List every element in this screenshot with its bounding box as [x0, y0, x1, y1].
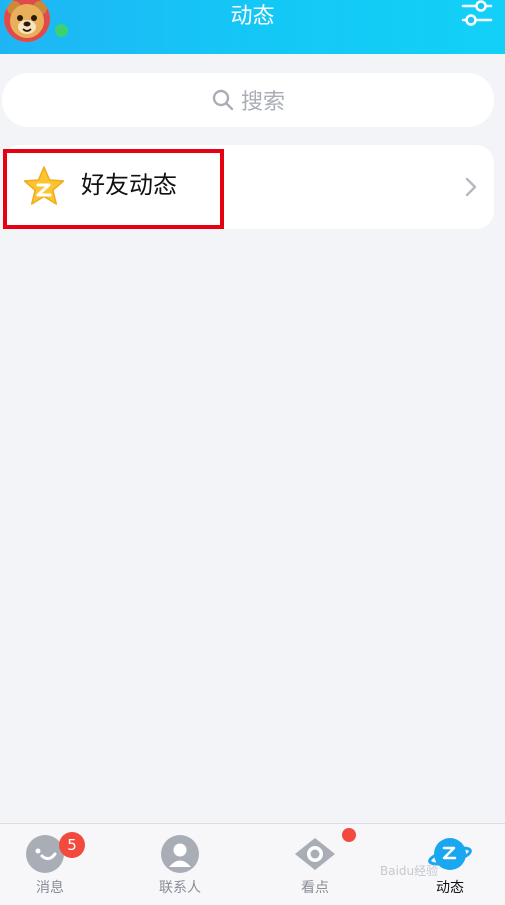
chevron-right-icon [465, 177, 477, 197]
tab-label: 联系人 [159, 880, 201, 896]
tab-messages[interactable]: 5 消息 [0, 824, 100, 905]
search-icon [212, 89, 234, 111]
notification-dot [342, 828, 356, 842]
tab-label: 消息 [36, 880, 64, 896]
watermark: Baidu经验 [380, 864, 439, 878]
tab-label: 看点 [301, 880, 329, 896]
top-bar: 动态 [0, 0, 505, 54]
sliders-icon[interactable] [460, 0, 494, 30]
tab-kandian[interactable]: 看点 [265, 824, 365, 905]
tab-label: 动态 [436, 880, 464, 896]
unread-badge: 5 [59, 832, 85, 858]
search-placeholder: 搜索 [240, 90, 285, 115]
highlight-box [3, 149, 224, 229]
contacts-icon [161, 835, 199, 873]
search-bar[interactable]: 搜索 [2, 73, 494, 127]
eye-icon [295, 838, 335, 870]
page-title: 动态 [230, 4, 275, 29]
tab-contacts[interactable]: 联系人 [130, 824, 230, 905]
